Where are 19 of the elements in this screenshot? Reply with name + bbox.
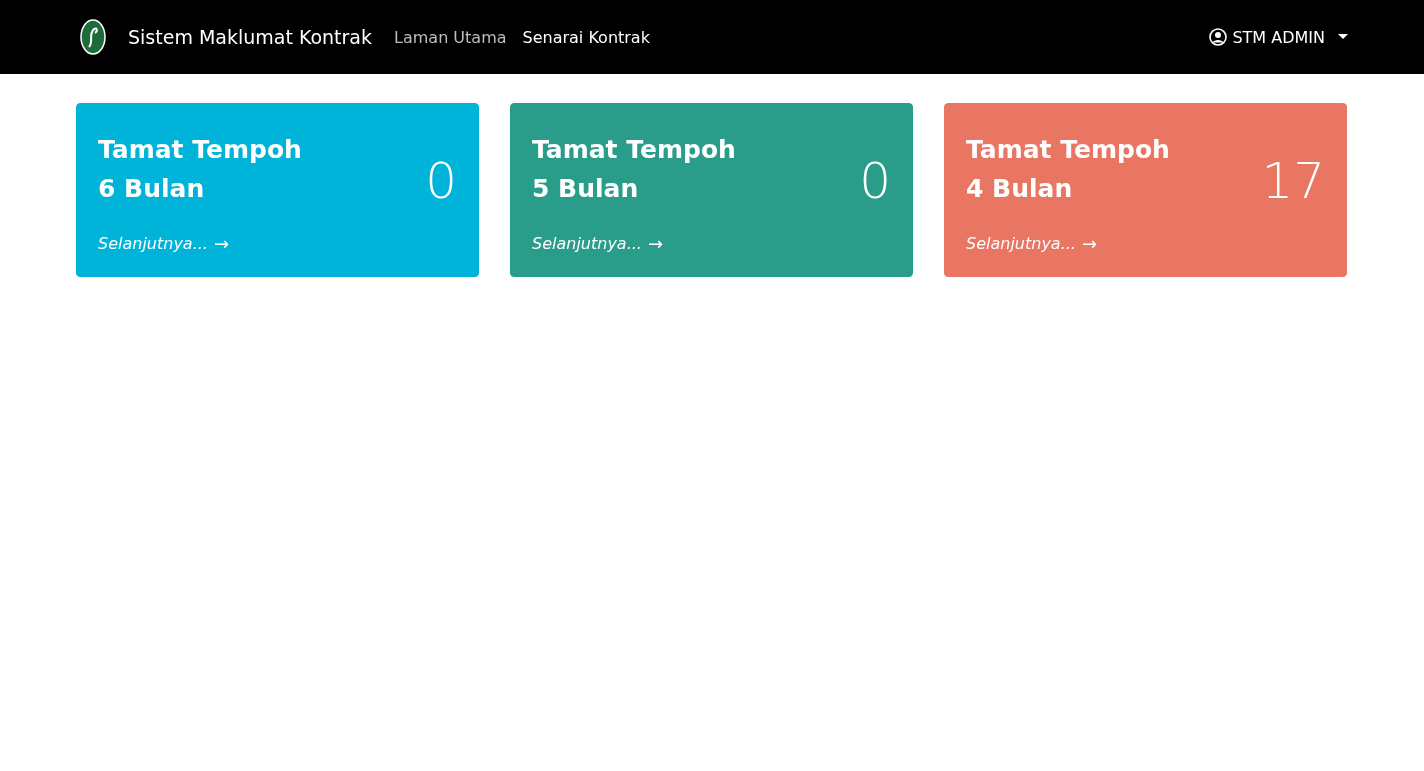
card-period: 6 Bulan: [98, 173, 206, 205]
card-title: Tamat Tempoh: [966, 134, 1170, 166]
nav-link[interactable]: Laman Utama: [394, 27, 507, 47]
card-count: 0: [859, 154, 891, 208]
card-title: Tamat Tempoh: [532, 134, 736, 166]
user-avatar-icon: [1209, 28, 1228, 46]
caret-icon[interactable]: [1338, 34, 1348, 40]
arrow-icon: →: [213, 233, 229, 254]
emblem-logo-icon[interactable]: [80, 19, 106, 55]
nav-link[interactable]: Senarai Kontrak: [522, 27, 650, 47]
card-title: Tamat Tempoh: [98, 134, 302, 166]
card-period: 4 Bulan: [966, 173, 1074, 205]
user-menu-link[interactable]: STM ADMIN: [1232, 27, 1325, 47]
arrow-icon: →: [1081, 233, 1097, 254]
card-count: 17: [1261, 154, 1325, 208]
brand-link[interactable]: Sistem Maklumat Kontrak: [128, 26, 372, 48]
card-period: 5 Bulan: [532, 173, 640, 205]
card-count: 0: [425, 154, 457, 208]
arrow-icon: →: [647, 233, 663, 254]
